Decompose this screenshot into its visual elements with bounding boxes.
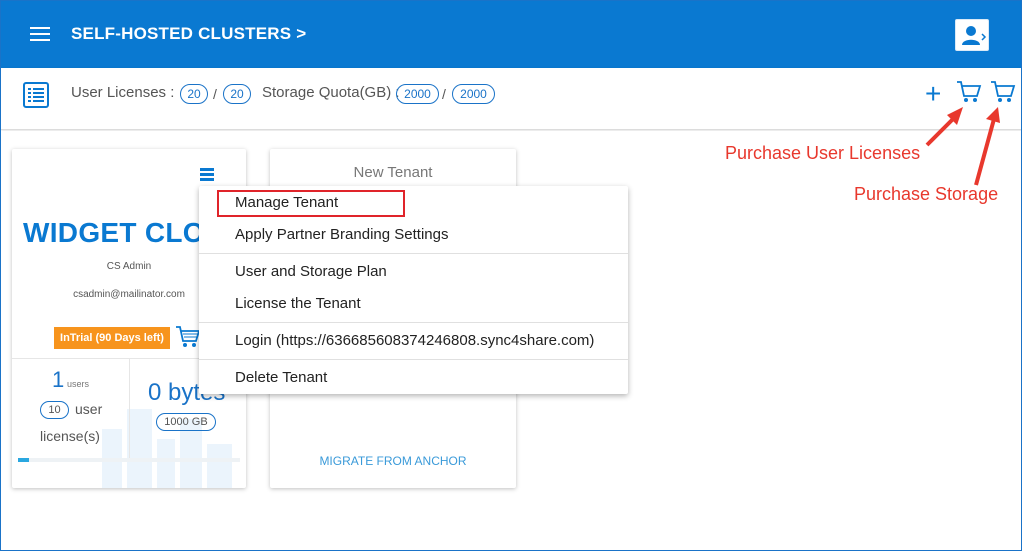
user-licenses-used-badge: 20 [180, 84, 208, 104]
menu-item-user-storage-plan[interactable]: User and Storage Plan [199, 257, 628, 287]
tenant-context-menu: Manage Tenant Apply Partner Branding Set… [199, 186, 628, 394]
new-tenant-title: New Tenant [353, 164, 433, 181]
list-icon[interactable] [23, 82, 49, 108]
user-licenses-total-badge: 20 [223, 84, 251, 104]
shopping-cart-icon [176, 326, 201, 347]
menu-divider [199, 359, 628, 360]
menu-item-apply-branding[interactable]: Apply Partner Branding Settings [199, 220, 628, 250]
annotation-arrow [925, 107, 963, 147]
license-label-line1: user [75, 401, 103, 417]
menu-item-manage-tenant[interactable]: Manage Tenant [199, 188, 628, 218]
license-count-badge: 10 [40, 401, 69, 419]
storage-quota-badge: 1000 GB [156, 413, 216, 431]
separator: / [213, 86, 217, 102]
top-bar: SELF-HOSTED CLUSTERS > [1, 1, 1021, 68]
stats-divider [129, 359, 130, 459]
card-menu-icon[interactable] [200, 168, 214, 182]
menu-item-login[interactable]: Login (https://636685608374246808.sync4s… [199, 326, 628, 356]
storage-total-badge: 2000 [452, 84, 495, 104]
quota-toolbar: User Licenses : 20 / 20 Storage Quota(GB… [1, 68, 1021, 130]
page-title[interactable]: SELF-HOSTED CLUSTERS > [71, 24, 306, 44]
purchase-user-licenses-annotation: Purchase User Licenses [725, 143, 921, 163]
tenant-cart-button[interactable] [175, 325, 201, 349]
user-count: 1 [52, 367, 65, 392]
menu-divider [199, 322, 628, 323]
hamburger-icon[interactable] [30, 26, 50, 42]
user-licenses-label: User Licenses : [71, 84, 175, 101]
user-profile-button[interactable] [955, 19, 989, 51]
storage-used-badge: 2000 [396, 84, 439, 104]
menu-item-delete-tenant[interactable]: Delete Tenant [199, 363, 628, 393]
separator: / [442, 86, 446, 102]
menu-divider [199, 253, 628, 254]
storage-quota-label: Storage Quota(GB) : [262, 84, 400, 101]
users-label: users [67, 379, 90, 389]
user-profile-icon [962, 26, 987, 45]
usage-progress-fill [18, 458, 30, 462]
migrate-from-anchor-link[interactable]: MIGRATE FROM ANCHOR [246, 454, 540, 468]
app-window: SELF-HOSTED CLUSTERS > User Licenses : 2… [0, 0, 1022, 551]
trial-status-badge: InTrial (90 Days left) [54, 327, 170, 349]
license-label-line2: license(s) [40, 428, 100, 444]
usage-progress-bar [18, 458, 240, 462]
menu-item-license-tenant[interactable]: License the Tenant [199, 289, 628, 319]
annotation-arrow [974, 107, 1000, 186]
